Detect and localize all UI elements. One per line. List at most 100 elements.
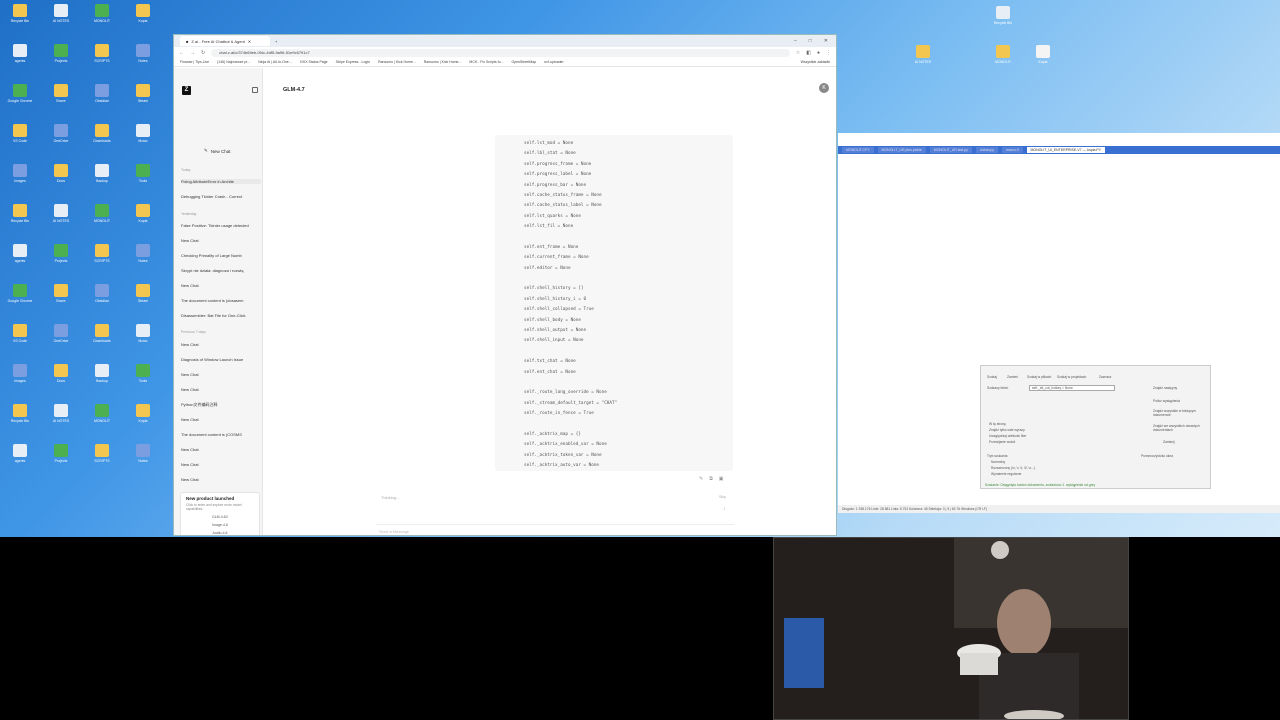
desktop-icon[interactable]: VS Code [2, 124, 38, 154]
maximize-icon[interactable]: □ [809, 38, 812, 44]
desktop-icon[interactable]: AI NOTES [43, 404, 79, 434]
desktop-icon[interactable]: Google Chrome [2, 84, 38, 114]
bookmark-item[interactable]: MCK - Fix Scripts fo... [469, 60, 503, 64]
promo-chip[interactable]: Image-4.6 [198, 523, 242, 527]
chat-history-item[interactable]: False Positive: Tkinter usage detected [181, 223, 261, 228]
check-wrap[interactable]: Przewijanie wokół [989, 440, 1015, 444]
back-icon[interactable]: ← [179, 50, 184, 56]
bookmark-item[interactable]: XXIX Status Page [300, 60, 328, 64]
bookmark-item[interactable]: OpenStreetMap [511, 60, 536, 64]
editor-tab[interactable]: MONOLIT_UR.last.py [929, 147, 972, 153]
bookmark-item[interactable]: Stripe Express - Login [336, 60, 370, 64]
desktop-icon[interactable]: Tools [125, 364, 161, 394]
desktop-icon[interactable]: VS Code [2, 324, 38, 354]
editor-tab[interactable]: MONOLIT.CFY [842, 147, 874, 153]
chat-history-item[interactable]: Python文件编码注释 [181, 402, 261, 408]
find-next-button[interactable]: Znajdź następny [1153, 386, 1177, 390]
desktop-icon[interactable]: Brave [43, 84, 79, 114]
desktop-icon[interactable]: Steam [125, 284, 161, 314]
dialog-tab[interactable]: Szukaj w projektach [1057, 375, 1086, 379]
skip-button[interactable]: Skip [719, 495, 726, 499]
reload-icon[interactable]: ↻ [201, 50, 205, 56]
find-input[interactable]: self._stt_cut_hotkey = None [1029, 385, 1115, 391]
desktop-icon[interactable]: agents [2, 444, 38, 474]
chat-history-item[interactable]: New Chat [181, 372, 261, 377]
thinking-indicator[interactable]: Thinking... [381, 495, 399, 500]
chat-history-item[interactable]: Fixing AttributeError in Archite [181, 179, 261, 184]
mode-normal[interactable]: Normalny [991, 460, 1005, 464]
new-chat-button[interactable]: ✎ New Chat [204, 148, 231, 154]
desktop-icon[interactable]: Docs [43, 364, 79, 394]
desktop-icon[interactable]: SCRIPTS [84, 44, 120, 74]
new-tab-icon[interactable]: + [275, 39, 277, 44]
desktop-icon[interactable]: Google Chrome [2, 284, 38, 314]
star-icon[interactable]: ☆ [796, 50, 800, 56]
close-dialog-button[interactable]: Zamknij [1163, 440, 1175, 444]
chat-history-item[interactable]: Debugging Tkinter Crash - Correct [181, 194, 261, 199]
editor-tab[interactable]: macro.fl [1002, 147, 1023, 153]
desktop-icon[interactable]: SCRIPTS [84, 244, 120, 274]
chat-history-item[interactable]: New Chat [181, 417, 261, 422]
mode-regex[interactable]: Wyrażenie regularne [991, 472, 1021, 476]
zai-logo[interactable]: Z [182, 86, 191, 95]
find-all-current-button[interactable]: Znajdź wszystkie w bieżącym dokumencie [1153, 409, 1203, 417]
desktop-icon[interactable]: Notes [125, 444, 161, 474]
desktop-icon[interactable]: Projects [43, 444, 79, 474]
menu-icon[interactable]: ⋮ [826, 50, 831, 56]
chat-history-item[interactable]: The document content is (dosasem [181, 298, 261, 303]
desktop-icon[interactable]: SCRIPTS [84, 444, 120, 474]
desktop-icon[interactable]: Projects [43, 44, 79, 74]
desktop-icon[interactable]: Recycle Bin [2, 4, 38, 34]
promo-chip[interactable]: GLM-4.6V [198, 515, 242, 519]
check-match-case[interactable]: Uwzględniaj wielkość liter [989, 434, 1026, 438]
chat-history-item[interactable]: Diagnosis of Window Launch Issue [181, 357, 261, 362]
chat-history-item[interactable]: New Chat [181, 387, 261, 392]
desktop-icon[interactable]: Kopia [125, 204, 161, 234]
chat-history-item[interactable]: New Chat [181, 477, 261, 482]
dialog-tab[interactable]: Zamień [1007, 375, 1018, 379]
chat-history-item[interactable]: Checking Primality of Large Numb [181, 253, 261, 258]
other-bookmarks[interactable]: Wszystkie zakładki [801, 60, 830, 64]
desktop-icon[interactable]: Brave [43, 284, 79, 314]
promo-card[interactable]: New product launched Click to enter and … [180, 492, 260, 535]
check-whole-word[interactable]: Znajdź tylko całe wyrazy [989, 428, 1025, 432]
sidebar-toggle-icon[interactable] [252, 87, 258, 93]
desktop-icon[interactable]: OneDrive [43, 324, 79, 354]
desktop-icon[interactable]: Recycle Bin [2, 404, 38, 434]
promo-chip[interactable]: Audio-4.6 [198, 531, 242, 535]
desktop-icon-folder[interactable]: MONOLIT [985, 45, 1021, 75]
desktop-icon-recycle[interactable]: Recycle Bin [985, 6, 1021, 36]
chat-history-item[interactable]: New Chat [181, 283, 261, 288]
dialog-tab[interactable]: Zaznacz [1099, 375, 1111, 379]
desktop-icon-file[interactable]: Kopia [1025, 45, 1061, 75]
desktop-icon[interactable]: MONOLIT [84, 204, 120, 234]
forward-icon[interactable]: → [190, 50, 195, 56]
desktop-icon[interactable]: Backup [84, 164, 120, 194]
desktop-icon[interactable]: Steam [125, 84, 161, 114]
desktop-icon[interactable]: AI NOTES [43, 204, 79, 234]
desktop-icon[interactable]: MONOLIT [84, 404, 120, 434]
tab-close-icon[interactable]: ✕ [248, 39, 251, 44]
bookmark-item[interactable]: Ransomu | Kick Home... [424, 60, 462, 64]
desktop-icon-folder[interactable]: AI NOTES [905, 45, 941, 75]
desktop-icon[interactable]: AI NOTES [43, 4, 79, 34]
check-backward[interactable]: W tę stronę [989, 422, 1006, 426]
desktop-icon[interactable]: Images [2, 364, 38, 394]
extensions-icon[interactable]: ◧ [806, 50, 811, 56]
desktop-icon[interactable]: Music [125, 324, 161, 354]
profile-icon[interactable]: ● [817, 50, 820, 56]
count-button[interactable]: Policz wystąpienia [1153, 399, 1180, 403]
find-all-open-button[interactable]: Znajdź we wszystkich otwartych dokumenta… [1153, 424, 1203, 432]
avatar[interactable]: K [819, 83, 829, 93]
dialog-tab[interactable]: Szukaj w plikach [1027, 375, 1051, 379]
desktop-icon[interactable]: Music [125, 124, 161, 154]
bookmark-item[interactable]: Finanse | Tips.Live [180, 60, 209, 64]
model-selector[interactable]: GLM-4.7 [283, 87, 305, 93]
desktop-icon[interactable]: agents [2, 244, 38, 274]
desktop-icon[interactable]: Kopia [125, 4, 161, 34]
chat-history-item[interactable]: Skrypt nie działa: diagnoza i rozwią [181, 268, 261, 273]
desktop-icon[interactable]: Notes [125, 244, 161, 274]
chat-history-item[interactable]: New Chat [181, 342, 261, 347]
desktop-icon[interactable]: Downloads [84, 124, 120, 154]
desktop-icon[interactable]: Projects [43, 244, 79, 274]
